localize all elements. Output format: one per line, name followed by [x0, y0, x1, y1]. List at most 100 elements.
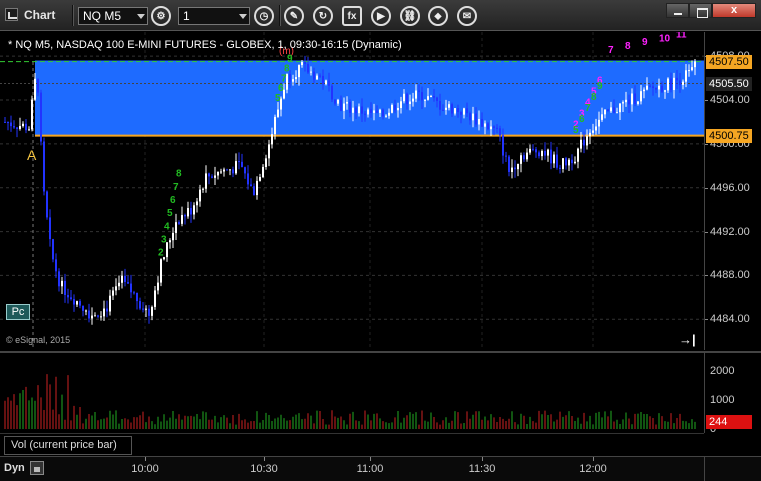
candle-body: [16, 127, 18, 129]
candle-body: [298, 65, 300, 78]
candle-body: [268, 144, 270, 159]
time-axis[interactable]: Dyn 10:00 10:30 11:00 11:30 12:00: [0, 456, 704, 481]
candle-body: [70, 297, 72, 300]
candle-body: [334, 99, 336, 104]
candle-body: [457, 108, 459, 113]
candle-body: [256, 180, 258, 196]
pc-button[interactable]: Pc: [6, 304, 30, 320]
td-count-label: 6: [579, 114, 585, 125]
candle-body: [328, 80, 330, 86]
link-icon[interactable]: ⛓: [400, 6, 420, 26]
interval-field[interactable]: 1: [178, 7, 250, 25]
candle-body: [28, 129, 30, 131]
candle-body: [592, 130, 594, 133]
candle-body: [40, 92, 42, 142]
candle-body: [529, 148, 531, 153]
candle-body: [661, 85, 663, 92]
td-count-label: 4: [164, 221, 170, 232]
candle-body: [202, 188, 204, 190]
candle-body: [289, 73, 291, 82]
td-count-label: 7: [585, 103, 591, 114]
candle-body: [295, 77, 297, 80]
candle-body: [184, 215, 186, 217]
price-axis-label: 4496.00: [710, 181, 750, 194]
scroll-to-end-icon[interactable]: →|: [679, 332, 696, 347]
candle-body: [7, 122, 9, 124]
lock-icon[interactable]: [30, 461, 44, 475]
candle-body: [400, 101, 402, 109]
candle-body: [589, 132, 591, 137]
symbol-field[interactable]: NQ M5: [78, 7, 148, 25]
chat-icon[interactable]: ✉: [457, 6, 477, 26]
candle-body: [157, 282, 159, 291]
volume-legend[interactable]: Vol (current price bar): [4, 436, 132, 455]
minimize-button[interactable]: [666, 3, 689, 18]
candle-body: [310, 71, 312, 73]
candle-body: [82, 305, 84, 311]
td-count-label: 10: [659, 33, 671, 44]
volume-pane[interactable]: [0, 351, 704, 433]
candle-body: [148, 308, 150, 316]
candle-body: [664, 90, 666, 92]
candle-body: [382, 109, 384, 117]
candle-body: [625, 99, 627, 103]
price-pane[interactable]: A (m) 8 7 6 5 4 3 2 9 8 7 6 5 7 8 9 10 11 6 5 4 3 2 9 8 7 6 5 * NQ M…: [0, 32, 704, 350]
td-count-label: 9: [597, 81, 603, 92]
candle-body: [637, 101, 639, 104]
price-axis-tick: [705, 319, 708, 321]
candle-body: [685, 70, 687, 82]
maximize-button[interactable]: [689, 3, 712, 18]
candle-body: [61, 280, 63, 287]
price-axis-label: 4484.00: [710, 313, 750, 326]
candle-body: [112, 290, 114, 296]
td-count-label: 5: [167, 208, 173, 219]
settings-icon[interactable]: ⚙: [151, 6, 171, 26]
candle-body: [244, 167, 246, 174]
price-axis-label: 4492.00: [710, 225, 750, 238]
candle-body: [115, 286, 117, 291]
chevron-down-icon[interactable]: [137, 14, 145, 19]
candle-body: [463, 108, 465, 115]
close-button[interactable]: x: [712, 3, 756, 18]
volume-axis-label: 2000: [710, 365, 735, 378]
price-chart[interactable]: A(m)8765432987657 8 9 10 116543298765: [0, 32, 704, 350]
candle-body: [232, 169, 234, 174]
play-icon[interactable]: ▶: [371, 6, 391, 26]
pencil-icon[interactable]: ✎: [284, 6, 304, 26]
refresh-icon[interactable]: ↻: [313, 6, 333, 26]
clock-icon[interactable]: ◷: [254, 6, 274, 26]
candle-body: [460, 112, 462, 115]
time-axis-label: 12:00: [579, 463, 607, 475]
studies-icon[interactable]: fx: [342, 6, 362, 26]
candle-body: [37, 78, 39, 93]
toolbar-separator: [72, 5, 74, 26]
candle-body: [130, 283, 132, 293]
tag-icon[interactable]: ⬥: [428, 6, 448, 26]
candle-body: [181, 215, 183, 224]
candle-body: [88, 310, 90, 319]
candle-body: [127, 282, 129, 284]
candle-body: [556, 154, 558, 168]
candle-body: [214, 175, 216, 178]
candle-body: [208, 173, 210, 177]
candle-body: [586, 136, 588, 146]
price-axis[interactable]: 4508.004504.004500.004496.004492.004488.…: [704, 32, 761, 350]
candle-body: [379, 109, 381, 113]
candle-body: [484, 123, 486, 127]
candle-body: [220, 171, 222, 173]
candle-body: [403, 93, 405, 102]
candle-body: [475, 113, 477, 125]
candle-body: [145, 308, 147, 310]
td-count-label: 6: [170, 195, 176, 206]
td-count-label: 11: [676, 32, 687, 40]
candle-body: [307, 63, 309, 73]
marker-a: A: [27, 147, 37, 163]
candle-body: [49, 217, 51, 240]
candle-body: [136, 292, 138, 302]
candle-body: [409, 101, 411, 105]
candle-body: [355, 107, 357, 114]
chevron-down-icon[interactable]: [239, 14, 247, 19]
candle-body: [406, 93, 408, 105]
candle-body: [64, 280, 66, 295]
candle-body: [493, 126, 495, 128]
